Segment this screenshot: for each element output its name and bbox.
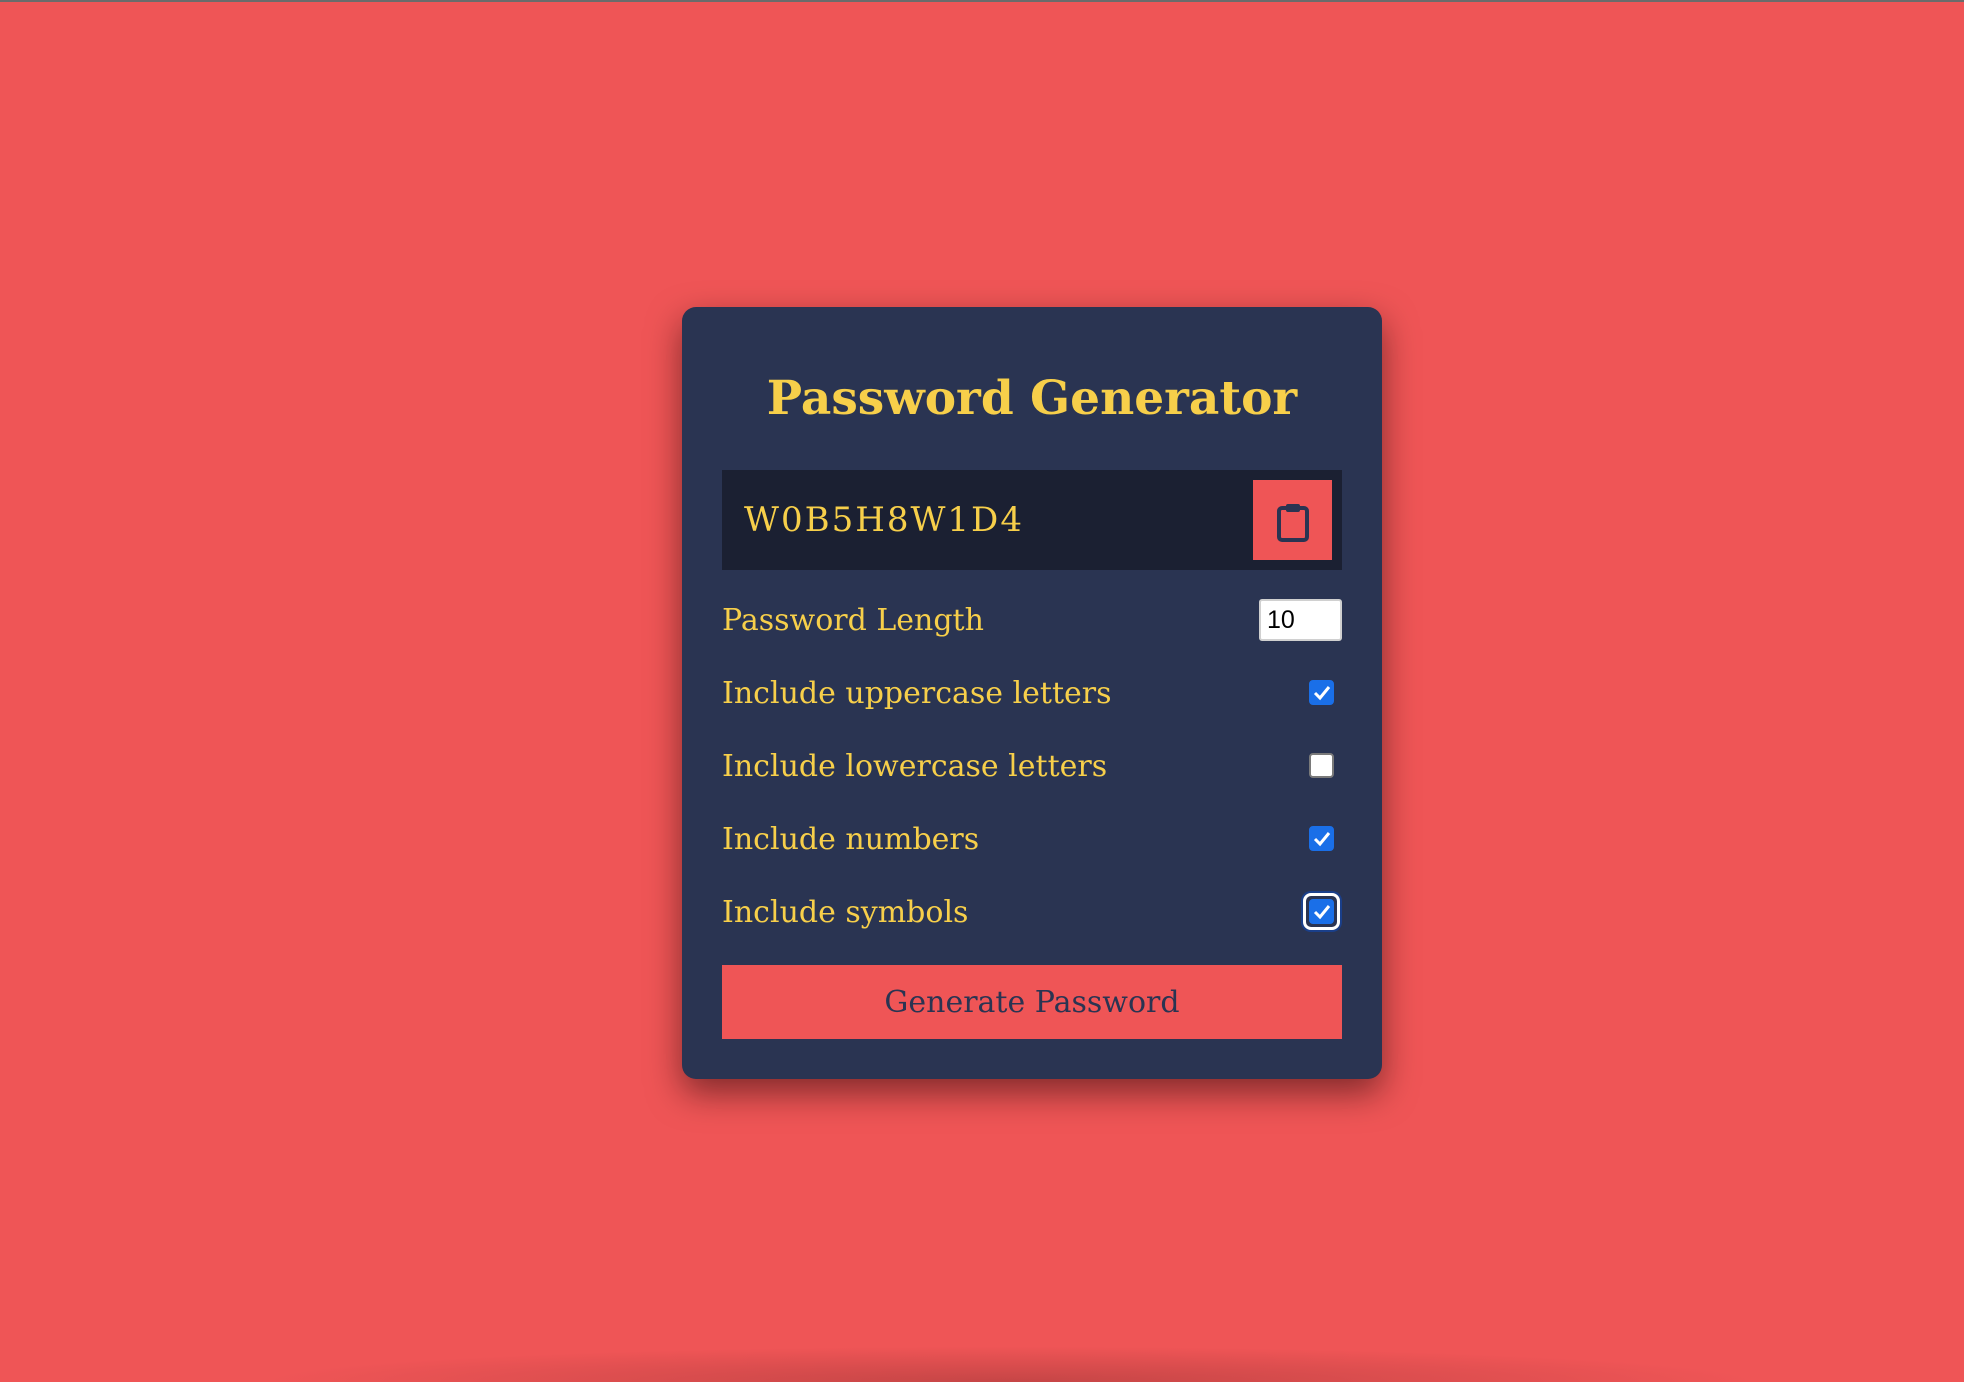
password-length-label: Password Length [722,603,984,638]
password-result-text: W0B5H8W1D4 [744,500,1024,540]
setting-symbols: Include symbols [722,889,1342,937]
numbers-label: Include numbers [722,822,980,857]
lowercase-checkbox[interactable] [1309,753,1334,778]
checkmark-icon [1313,905,1331,920]
setting-uppercase: Include uppercase letters [722,670,1342,718]
uppercase-checkbox[interactable] [1309,680,1334,705]
checkmark-icon [1313,686,1331,701]
page-title: Password Generator [766,371,1298,426]
setting-password-length: Password Length [722,597,1342,645]
top-border [0,0,1964,2]
setting-numbers: Include numbers [722,816,1342,864]
symbols-label: Include symbols [722,895,969,930]
password-length-input[interactable] [1259,599,1342,641]
password-result-box: W0B5H8W1D4 [722,470,1342,570]
setting-lowercase: Include lowercase letters [722,743,1342,791]
bottom-shadow [260,1346,1760,1382]
numbers-checkbox[interactable] [1309,826,1334,851]
checkmark-icon [1313,832,1331,847]
password-generator-card: Password Generator W0B5H8W1D4 Password L… [682,307,1382,1079]
generate-password-button[interactable]: Generate Password [722,965,1342,1039]
symbols-checkbox[interactable] [1309,899,1334,924]
clipboard-icon [1277,504,1309,542]
uppercase-label: Include uppercase letters [722,676,1112,711]
lowercase-label: Include lowercase letters [722,749,1108,784]
copy-to-clipboard-button[interactable] [1253,480,1332,560]
